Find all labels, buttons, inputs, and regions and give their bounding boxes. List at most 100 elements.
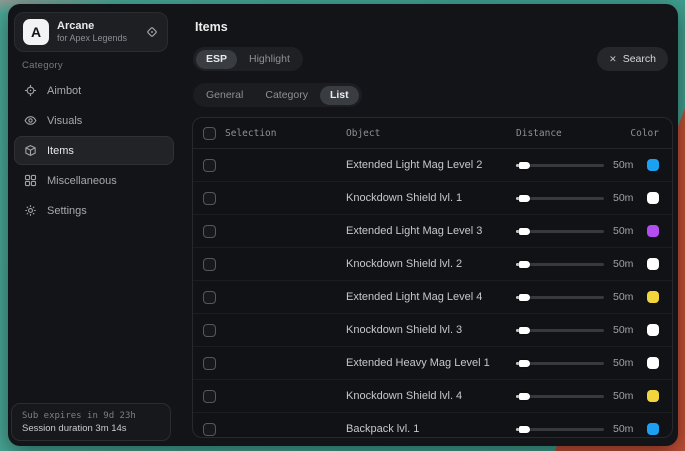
tab-category[interactable]: Category	[255, 86, 318, 105]
distance-slider[interactable]	[516, 158, 604, 172]
slider-thumb[interactable]	[519, 426, 530, 433]
object-name: Knockdown Shield lvl. 4	[346, 390, 516, 402]
gear-icon	[24, 204, 38, 218]
table-row: Extended Light Mag Level 4 50m	[193, 281, 672, 314]
view-tabs: GeneralCategoryList	[193, 83, 362, 107]
select-all-checkbox[interactable]	[203, 127, 216, 140]
column-header-color: Color	[629, 128, 672, 139]
color-swatch[interactable]	[647, 423, 659, 435]
sidebar-item-label: Visuals	[47, 115, 82, 127]
search-button[interactable]: ✕ Search	[597, 47, 668, 71]
distance-slider[interactable]	[516, 389, 604, 403]
row-checkbox[interactable]	[203, 258, 216, 271]
table-row: Knockdown Shield lvl. 1 50m	[193, 182, 672, 215]
search-button-label: Search	[623, 53, 656, 65]
distance-slider[interactable]	[516, 224, 604, 238]
column-header-distance: Distance	[516, 128, 629, 139]
slider-thumb[interactable]	[519, 327, 530, 334]
sidebar-item-visuals[interactable]: Visuals	[14, 106, 174, 135]
row-checkbox[interactable]	[203, 324, 216, 337]
tab-esp[interactable]: ESP	[196, 50, 237, 69]
category-label: Category	[22, 60, 63, 71]
row-checkbox[interactable]	[203, 159, 216, 172]
table-row: Knockdown Shield lvl. 2 50m	[193, 248, 672, 281]
page-title: Items	[195, 20, 228, 34]
sidebar: A Arcane for Apex Legends Category Aimbo…	[8, 4, 180, 446]
object-name: Backpack lvl. 1	[346, 423, 516, 435]
color-swatch[interactable]	[647, 258, 659, 270]
tab-general[interactable]: General	[196, 86, 253, 105]
distance-slider[interactable]	[516, 323, 604, 337]
tab-list[interactable]: List	[320, 86, 359, 105]
distance-value: 50m	[613, 324, 647, 336]
distance-value: 50m	[613, 159, 647, 171]
session-info-card: Sub expires in 9d 23h Session duration 3…	[11, 403, 171, 441]
sidebar-item-items[interactable]: Items	[14, 136, 174, 165]
object-name: Extended Light Mag Level 4	[346, 291, 516, 303]
distance-value: 50m	[613, 225, 647, 237]
sidebar-item-label: Aimbot	[47, 85, 81, 97]
sub-expiry-text: Sub expires in 9d 23h	[22, 411, 160, 421]
brand-text: Arcane for Apex Legends	[57, 20, 137, 45]
sidebar-item-label: Settings	[47, 205, 87, 217]
slider-thumb[interactable]	[519, 162, 530, 169]
color-swatch[interactable]	[647, 225, 659, 237]
row-checkbox[interactable]	[203, 291, 216, 304]
tab-highlight[interactable]: Highlight	[239, 50, 300, 69]
table-row: Knockdown Shield lvl. 4 50m	[193, 380, 672, 413]
row-checkbox[interactable]	[203, 357, 216, 370]
sidebar-item-label: Items	[47, 145, 74, 157]
color-swatch[interactable]	[647, 192, 659, 204]
distance-value: 50m	[613, 192, 647, 204]
object-name: Extended Light Mag Level 3	[346, 225, 516, 237]
table-row: Extended Light Mag Level 3 50m	[193, 215, 672, 248]
grid-icon	[24, 174, 38, 188]
app-window: A Arcane for Apex Legends Category Aimbo…	[8, 4, 678, 446]
session-duration-text: Session duration 3m 14s	[22, 423, 160, 434]
app-subtitle: for Apex Legends	[57, 33, 137, 44]
slider-thumb[interactable]	[519, 294, 530, 301]
row-checkbox[interactable]	[203, 390, 216, 403]
sidebar-item-settings[interactable]: Settings	[14, 196, 174, 225]
aimbot-crosshair-icon	[24, 84, 38, 98]
package-icon	[24, 144, 38, 158]
object-name: Knockdown Shield lvl. 1	[346, 192, 516, 204]
row-checkbox[interactable]	[203, 192, 216, 205]
sidebar-item-miscellaneous[interactable]: Miscellaneous	[14, 166, 174, 195]
distance-value: 50m	[613, 357, 647, 369]
slider-thumb[interactable]	[519, 261, 530, 268]
color-swatch[interactable]	[647, 324, 659, 336]
distance-slider[interactable]	[516, 356, 604, 370]
main-content: Items ESPHighlight ✕ Search GeneralCateg…	[180, 4, 678, 446]
distance-value: 50m	[613, 291, 647, 303]
sidebar-nav: Aimbot Visuals Items Miscellaneous Setti…	[14, 76, 174, 226]
row-checkbox[interactable]	[203, 225, 216, 238]
table-header-row: Selection Object Distance Color	[193, 118, 672, 149]
slider-thumb[interactable]	[519, 195, 530, 202]
distance-value: 50m	[613, 423, 647, 435]
object-name: Knockdown Shield lvl. 3	[346, 324, 516, 336]
table-row: Backpack lvl. 1 50m	[193, 413, 672, 438]
object-name: Extended Light Mag Level 2	[346, 159, 516, 171]
color-swatch[interactable]	[647, 291, 659, 303]
distance-slider[interactable]	[516, 191, 604, 205]
color-swatch[interactable]	[647, 390, 659, 402]
slider-thumb[interactable]	[519, 360, 530, 367]
sidebar-item-label: Miscellaneous	[47, 175, 117, 187]
eye-icon	[24, 114, 38, 128]
app-brand-card: A Arcane for Apex Legends	[14, 12, 168, 52]
row-checkbox[interactable]	[203, 423, 216, 436]
distance-slider[interactable]	[516, 422, 604, 436]
diamond-badge-icon[interactable]	[145, 25, 159, 39]
slider-thumb[interactable]	[519, 228, 530, 235]
slider-thumb[interactable]	[519, 393, 530, 400]
distance-slider[interactable]	[516, 290, 604, 304]
distance-slider[interactable]	[516, 257, 604, 271]
distance-value: 50m	[613, 390, 647, 402]
table-row: Knockdown Shield lvl. 3 50m	[193, 314, 672, 347]
sidebar-item-aimbot[interactable]: Aimbot	[14, 76, 174, 105]
color-swatch[interactable]	[647, 357, 659, 369]
items-table: Selection Object Distance Color Extended…	[192, 117, 673, 438]
color-swatch[interactable]	[647, 159, 659, 171]
close-icon: ✕	[609, 54, 617, 65]
